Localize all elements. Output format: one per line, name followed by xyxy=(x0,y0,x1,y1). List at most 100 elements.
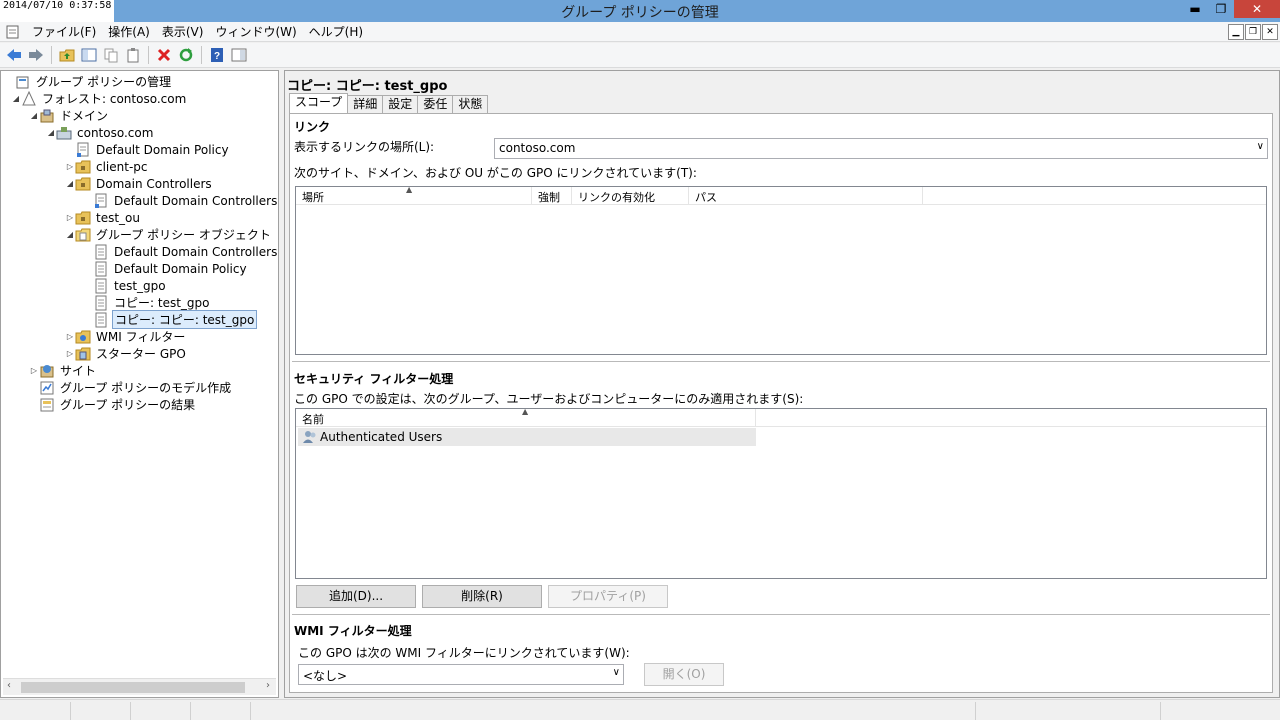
tree-label: test_ou xyxy=(96,210,140,225)
tree-label: グループ ポリシー オブジェクト xyxy=(96,228,271,242)
column-path[interactable]: パス xyxy=(689,187,923,205)
console-tree[interactable]: グループ ポリシーの管理 ◢ フォレスト: contoso.com ◢ ドメイン… xyxy=(0,70,279,698)
column-link-enabled[interactable]: リンクの有効化 xyxy=(572,187,689,205)
tree-node-domains[interactable]: ◢ ドメイン xyxy=(29,107,110,124)
menu-action[interactable]: 操作(A) xyxy=(102,23,156,40)
tree-node-test-ou[interactable]: ▷ test_ou xyxy=(65,209,142,226)
tree-node-gpo-copy-copy-test-gpo[interactable]: コピー: コピー: test_gpo xyxy=(83,310,258,329)
mdi-restore-button[interactable]: ❐ xyxy=(1245,24,1261,40)
domains-icon xyxy=(40,109,54,122)
tree-node-domain-contoso[interactable]: ◢ contoso.com xyxy=(46,124,155,141)
menu-bar: ファイル(F) 操作(A) 表示(V) ウィンドウ(W) ヘルプ(H) ▁ ❐ … xyxy=(0,22,1280,42)
copy-icon[interactable] xyxy=(101,45,121,65)
add-button[interactable]: 追加(D)... xyxy=(296,585,416,608)
tree-expander[interactable]: ▷ xyxy=(65,349,75,358)
gpo-icon xyxy=(95,261,107,276)
links-listview[interactable]: 場所 ▲ 強制 リンクの有効化 パス xyxy=(295,185,1267,355)
tree-expander[interactable]: ◢ xyxy=(11,94,21,103)
menu-window[interactable]: ウィンドウ(W) xyxy=(209,23,302,40)
gpo-container-icon xyxy=(75,228,91,241)
sort-ascending-icon: ▲ xyxy=(406,185,413,194)
tree-expander[interactable]: ◢ xyxy=(65,230,75,239)
tree-horizontal-scrollbar[interactable]: ‹ › xyxy=(3,678,276,695)
tree-expander[interactable]: ◢ xyxy=(65,179,75,188)
security-heading: セキュリティ フィルター処理 xyxy=(294,372,454,386)
starter-gpo-icon xyxy=(75,347,91,360)
tree-node-gpo-copy-test-gpo[interactable]: コピー: test_gpo xyxy=(83,294,211,311)
tree-node-gp-results[interactable]: グループ ポリシーの結果 xyxy=(29,396,197,413)
location-dropdown[interactable]: contoso.com ∨ xyxy=(494,138,1268,159)
column-label: 場所 xyxy=(302,191,324,204)
tree-node-starter-gpos[interactable]: ▷ スターター GPO xyxy=(65,345,188,362)
mdi-close-button[interactable]: ✕ xyxy=(1262,24,1278,40)
tab-delegation[interactable]: 委任 xyxy=(417,95,454,113)
mdi-minimize-button[interactable]: ▁ xyxy=(1228,24,1244,40)
tree-expander[interactable]: ▷ xyxy=(65,213,75,222)
tree-node-gp-modeling[interactable]: グループ ポリシーのモデル作成 xyxy=(29,379,233,396)
tab-status[interactable]: 状態 xyxy=(452,95,489,113)
linked-locations-label: 次のサイト、ドメイン、および OU がこの GPO にリンクされています(T): xyxy=(294,166,697,180)
links-header: 場所 ▲ 強制 リンクの有効化 パス xyxy=(296,185,1266,205)
forest-icon xyxy=(22,90,36,105)
delete-icon[interactable] xyxy=(154,45,174,65)
tree-node-forest[interactable]: ◢ フォレスト: contoso.com xyxy=(11,90,188,107)
back-icon[interactable] xyxy=(4,45,24,65)
section-divider[interactable] xyxy=(292,361,1270,364)
open-button[interactable]: 開く(O) xyxy=(644,663,724,686)
tree-label: Default Domain Policy xyxy=(96,142,229,157)
scroll-thumb[interactable] xyxy=(21,682,245,693)
help-icon[interactable]: ? xyxy=(207,45,227,65)
tree-node-wmi-filters[interactable]: ▷ WMI フィルター xyxy=(65,328,187,345)
tree-node-gpmc-root[interactable]: グループ ポリシーの管理 xyxy=(5,73,173,90)
tree-label: WMI フィルター xyxy=(96,330,186,344)
tree-node-default-dc-policy-link[interactable]: Default Domain Controllers Po xyxy=(83,192,278,209)
wmi-folder-icon xyxy=(75,330,91,343)
tree-expander[interactable]: ▷ xyxy=(65,162,75,171)
tab-details[interactable]: 詳細 xyxy=(347,95,384,113)
security-listview[interactable]: 名前 ▲ Authenticated Users xyxy=(295,407,1267,579)
paste-icon[interactable] xyxy=(123,45,143,65)
scroll-left-icon[interactable]: ‹ xyxy=(7,680,11,691)
column-name[interactable]: 名前 ▲ xyxy=(296,407,756,427)
show-hide-tree-icon[interactable] xyxy=(79,45,99,65)
scroll-right-icon[interactable]: › xyxy=(266,680,270,691)
tab-settings[interactable]: 設定 xyxy=(382,95,419,113)
tree-expander[interactable]: ◢ xyxy=(29,111,39,120)
location-value: contoso.com xyxy=(499,141,576,155)
column-enforced[interactable]: 強制 xyxy=(532,187,572,205)
wmi-filter-dropdown[interactable]: <なし> ∨ xyxy=(298,664,624,685)
forward-icon[interactable] xyxy=(26,45,46,65)
menu-file[interactable]: ファイル(F) xyxy=(26,23,102,40)
section-divider[interactable] xyxy=(292,614,1270,617)
list-item[interactable]: Authenticated Users xyxy=(298,428,756,446)
menu-help[interactable]: ヘルプ(H) xyxy=(303,23,369,40)
tree-expander[interactable]: ▷ xyxy=(65,332,75,341)
up-folder-icon[interactable] xyxy=(57,45,77,65)
properties-button[interactable]: プロパティ(P) xyxy=(548,585,668,608)
menu-view[interactable]: 表示(V) xyxy=(156,23,210,40)
tree-node-gpo-default-domain-policy[interactable]: Default Domain Policy xyxy=(83,260,249,277)
tree-node-client-pc[interactable]: ▷ client-pc xyxy=(65,158,150,175)
tree-node-domain-controllers[interactable]: ◢ Domain Controllers xyxy=(65,175,214,192)
users-group-icon xyxy=(303,431,316,443)
refresh-icon[interactable] xyxy=(176,45,196,65)
close-button[interactable]: ✕ xyxy=(1234,0,1280,18)
tree-node-gpo-test-gpo[interactable]: test_gpo xyxy=(83,277,168,294)
tree-node-gpo-container[interactable]: ◢ グループ ポリシー オブジェクト xyxy=(65,226,273,243)
properties-pane-icon[interactable] xyxy=(229,45,249,65)
tree-node-sites[interactable]: ▷ サイト xyxy=(29,362,98,379)
title-bar: 2014/07/10 0:37:58 グループ ポリシーの管理 ▬ ❐ ✕ xyxy=(0,0,1280,22)
tree-node-gpo-default-dc-policy[interactable]: Default Domain Controllers Po xyxy=(83,243,278,260)
app-menu-icon[interactable] xyxy=(4,24,22,40)
minimize-button[interactable]: ▬ xyxy=(1182,0,1208,18)
tree-expander[interactable]: ◢ xyxy=(46,128,56,137)
column-location[interactable]: 場所 ▲ xyxy=(296,185,532,205)
tree-expander[interactable]: ▷ xyxy=(29,366,39,375)
remove-button[interactable]: 削除(R) xyxy=(422,585,542,608)
tree-node-default-domain-policy-link[interactable]: Default Domain Policy xyxy=(65,141,231,158)
tree-label: スターター GPO xyxy=(96,347,186,361)
tab-scope[interactable]: スコープ xyxy=(289,93,349,113)
principal-name: Authenticated Users xyxy=(320,430,443,444)
gpo-icon xyxy=(95,312,107,327)
restore-button[interactable]: ❐ xyxy=(1208,0,1234,18)
